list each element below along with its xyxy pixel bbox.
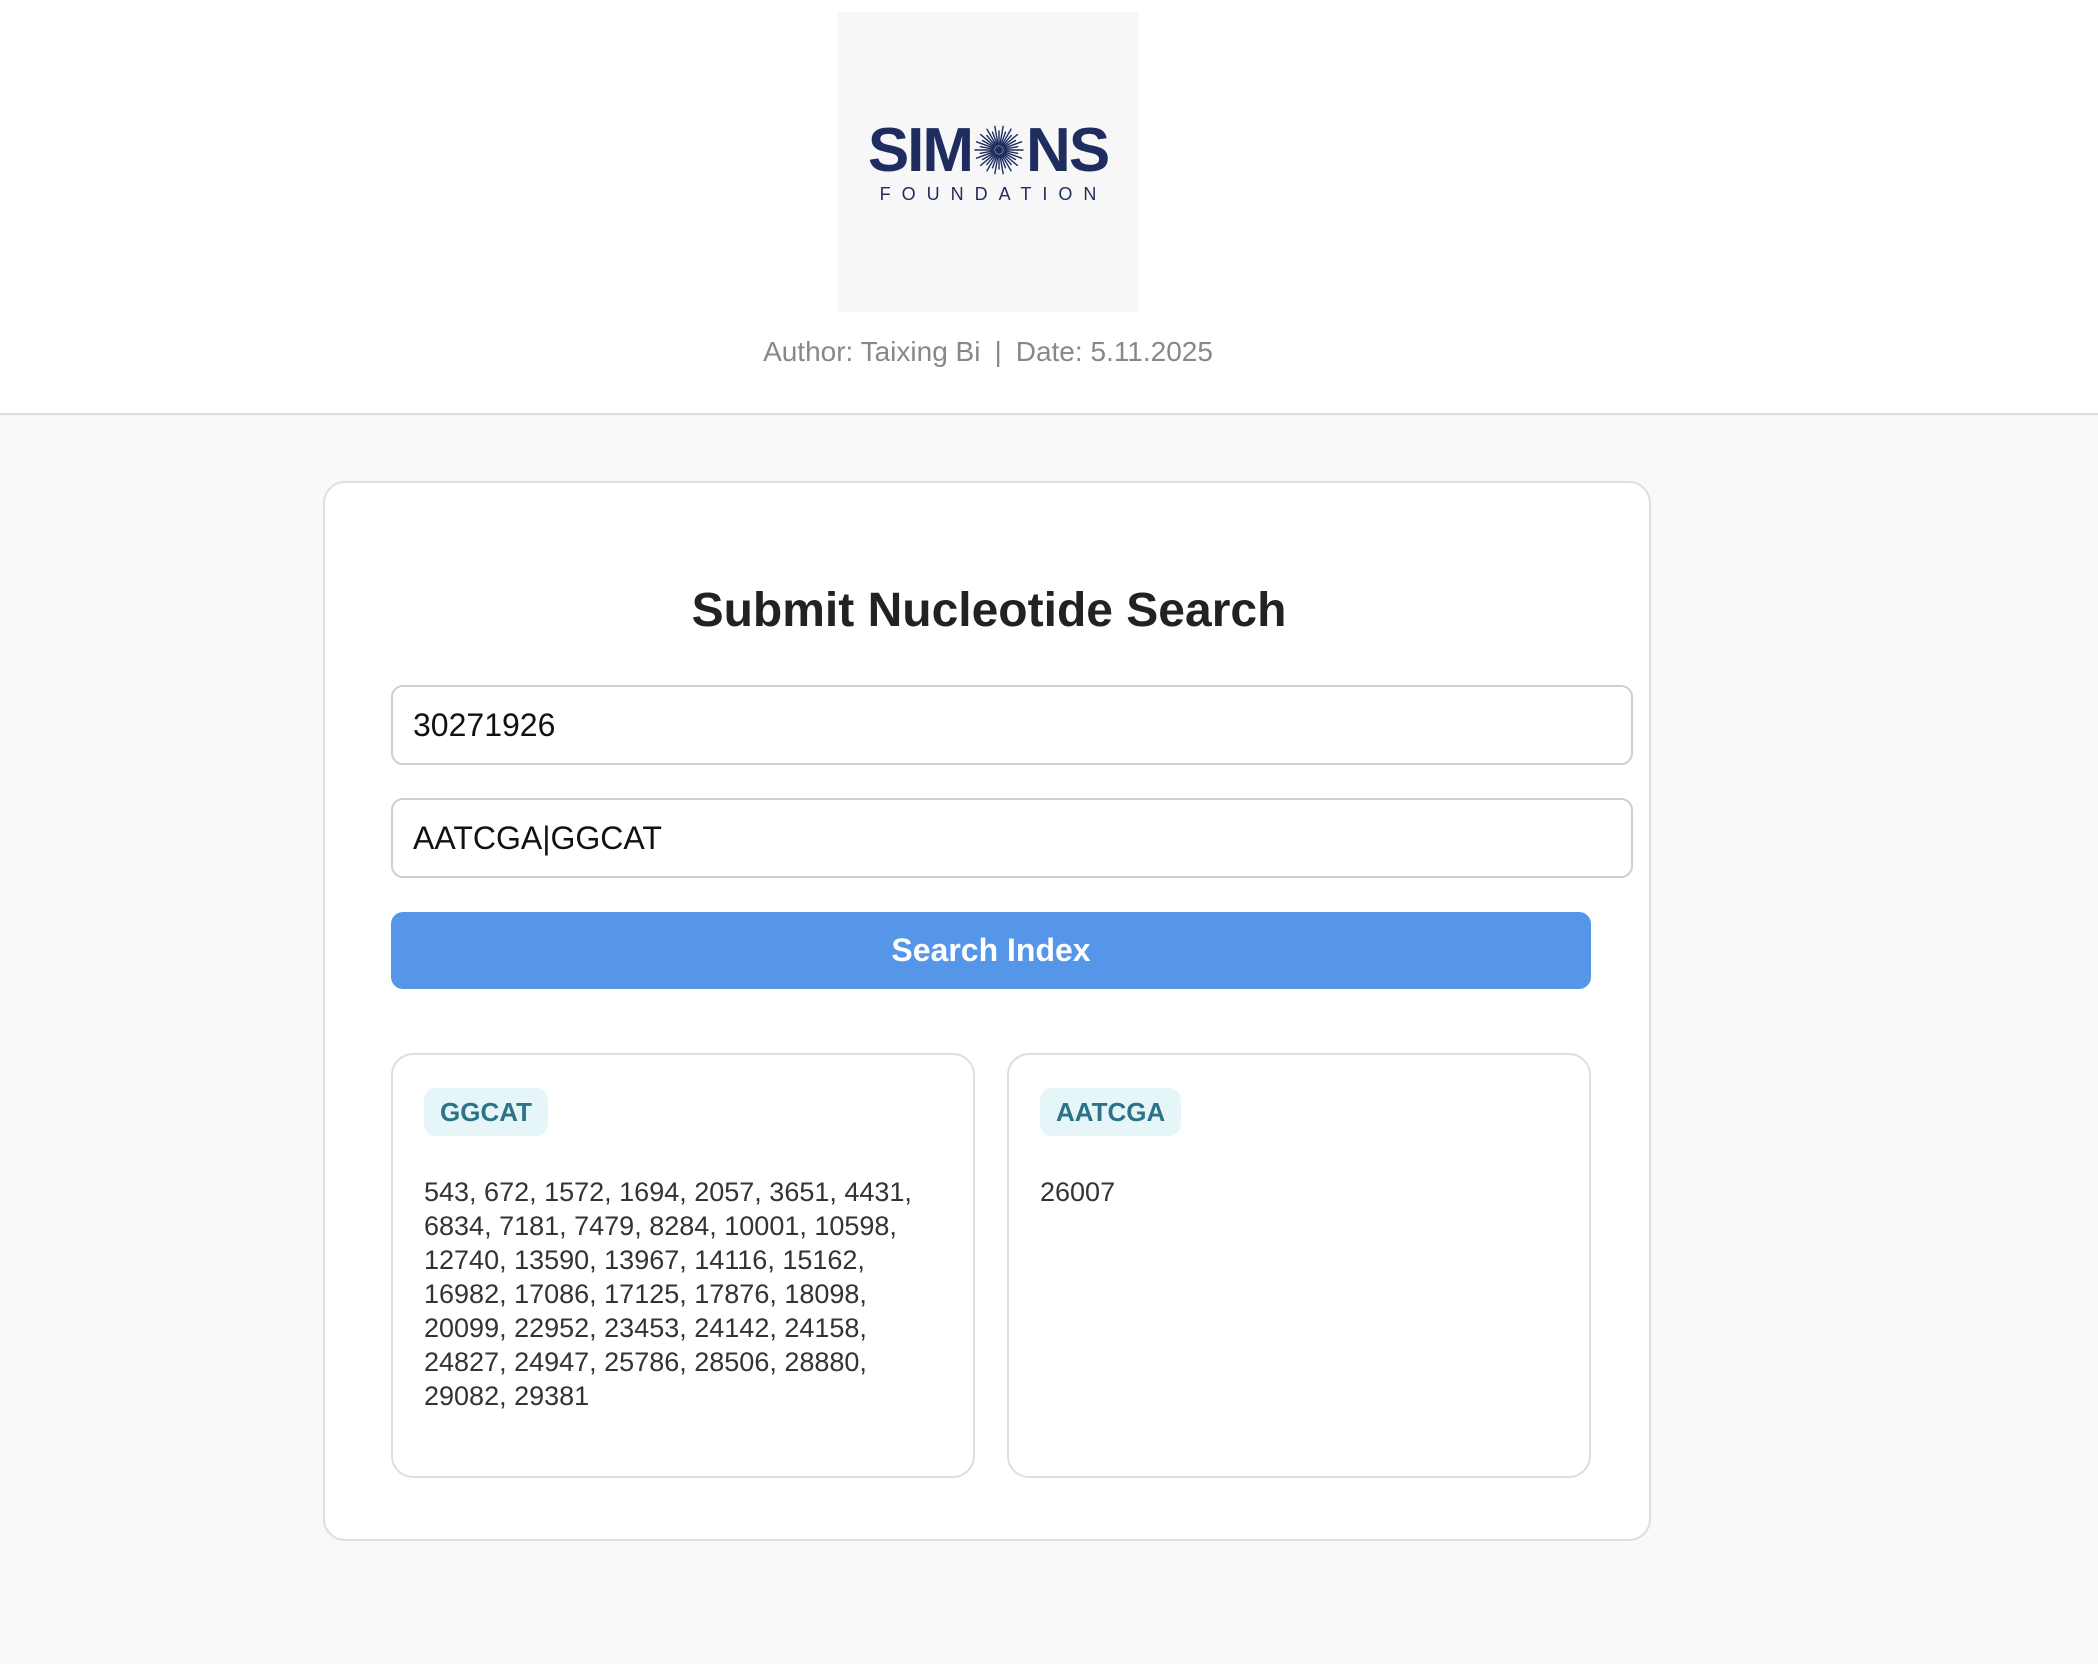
logo-wordmark: SIM NS <box>838 120 1138 182</box>
search-index-button[interactable]: Search Index <box>391 912 1591 989</box>
match-positions: 26007 <box>1040 1177 1116 1207</box>
sunburst-icon <box>974 125 1024 175</box>
page-title: Submit Nucleotide Search <box>691 584 1287 637</box>
logo-subtitle: FOUNDATION <box>879 184 1108 204</box>
accession-input[interactable] <box>391 685 1633 765</box>
author-text: Author: Taixing Bi <box>763 336 981 367</box>
simons-foundation-logo: SIM NS FOUNDATION <box>838 12 1138 312</box>
search-card: Submit Nucleotide Search Search Index GG… <box>323 481 1651 1541</box>
pattern-input[interactable] <box>391 798 1633 878</box>
author-date-line: Author: Taixing Bi | Date: 5.11.2025 <box>0 336 1976 368</box>
logo-wordmark-right: NS <box>1026 116 1110 185</box>
date-text: Date: 5.11.2025 <box>1015 336 1213 367</box>
match-positions: 543, 672, 1572, 1694, 2057, 3651, 4431, … <box>424 1177 912 1411</box>
logo-wordmark-left: SIM <box>867 116 974 185</box>
pattern-badge: AATCGA <box>1040 1088 1182 1136</box>
result-card: AATCGA 26007 <box>1007 1053 1591 1478</box>
page-header: SIM NS FOUNDATION Author: Taixing Bi | Date… <box>0 0 2098 415</box>
meta-separator: | <box>994 336 1002 367</box>
result-card: GGCAT 543, 672, 1572, 1694, 2057, 3651, … <box>391 1053 975 1478</box>
pattern-badge: GGCAT <box>424 1088 548 1136</box>
